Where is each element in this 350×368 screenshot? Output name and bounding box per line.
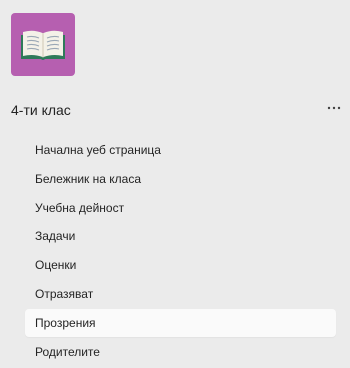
open-book-icon: [21, 30, 65, 60]
class-avatar[interactable]: [11, 13, 75, 76]
nav-item-label: Родителите: [35, 344, 100, 359]
nav-item-label: Начална уеб страница: [35, 143, 161, 157]
nav-item-label: Прозрения: [35, 315, 96, 330]
nav-item-class-notebook[interactable]: Бележник на класа: [25, 165, 336, 193]
nav-item-grades[interactable]: Оценки: [25, 251, 336, 279]
nav-item-reflect[interactable]: Отразяват: [25, 280, 336, 308]
nav-item-assignments[interactable]: Задачи: [25, 222, 336, 250]
nav-item-label: Учебна дейност: [35, 200, 125, 215]
nav-item-insights[interactable]: Прозрения: [25, 308, 336, 337]
nav-item-classwork[interactable]: Учебна дейност: [25, 194, 336, 222]
nav-item-label: Оценки: [35, 258, 77, 273]
nav-item-home[interactable]: Начална уеб страница: [25, 136, 336, 164]
class-nav: Начална уеб страница Бележник на класа У…: [25, 136, 336, 366]
nav-item-label: Бележник на класа: [35, 171, 142, 186]
nav-item-label: Задачи: [35, 229, 76, 244]
more-horizontal-icon: [327, 106, 341, 110]
more-options-button[interactable]: [322, 98, 346, 118]
class-title: 4-ти клас: [11, 102, 71, 118]
nav-item-parents[interactable]: Родителите: [25, 338, 336, 366]
class-panel: 4-ти клас Начална уеб страница Бележник …: [0, 0, 350, 368]
nav-item-label: Отразяват: [35, 286, 94, 301]
